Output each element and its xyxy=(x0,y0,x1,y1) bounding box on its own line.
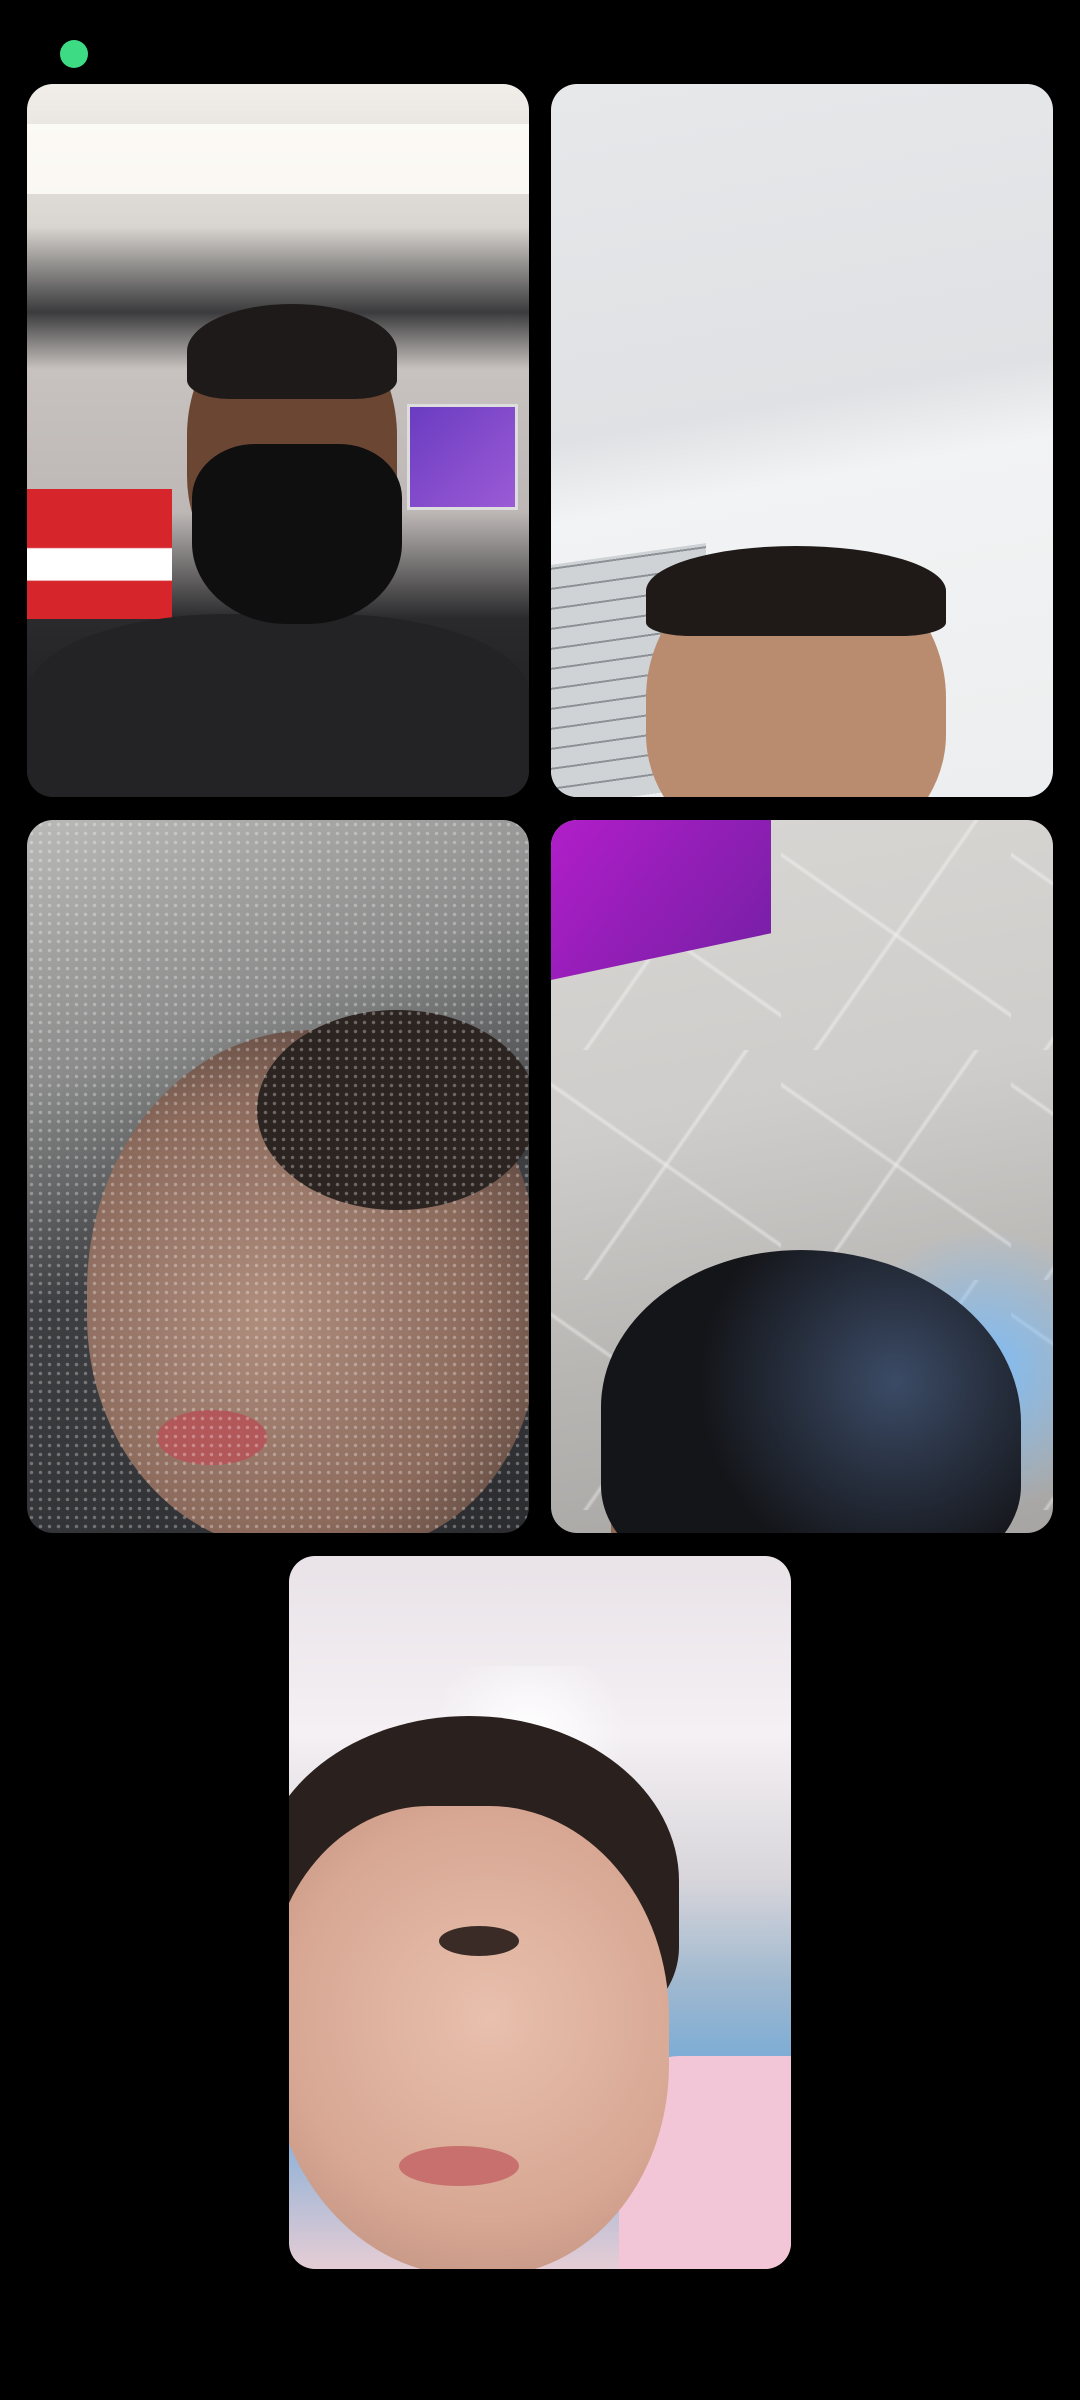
video-feed xyxy=(27,820,529,1533)
participant-video-tile-1[interactable] xyxy=(27,84,529,797)
video-feed xyxy=(289,1556,791,2269)
participant-video-tile-5[interactable] xyxy=(289,1556,791,2269)
participant-video-tile-3[interactable] xyxy=(27,820,529,1533)
active-call-indicator xyxy=(60,40,88,68)
video-feed xyxy=(551,820,1053,1533)
video-feed xyxy=(27,84,529,797)
group-video-call-screen xyxy=(0,0,1080,2400)
video-feed xyxy=(551,84,1053,797)
participant-video-tile-2[interactable] xyxy=(551,84,1053,797)
participant-video-tile-4[interactable] xyxy=(551,820,1053,1533)
